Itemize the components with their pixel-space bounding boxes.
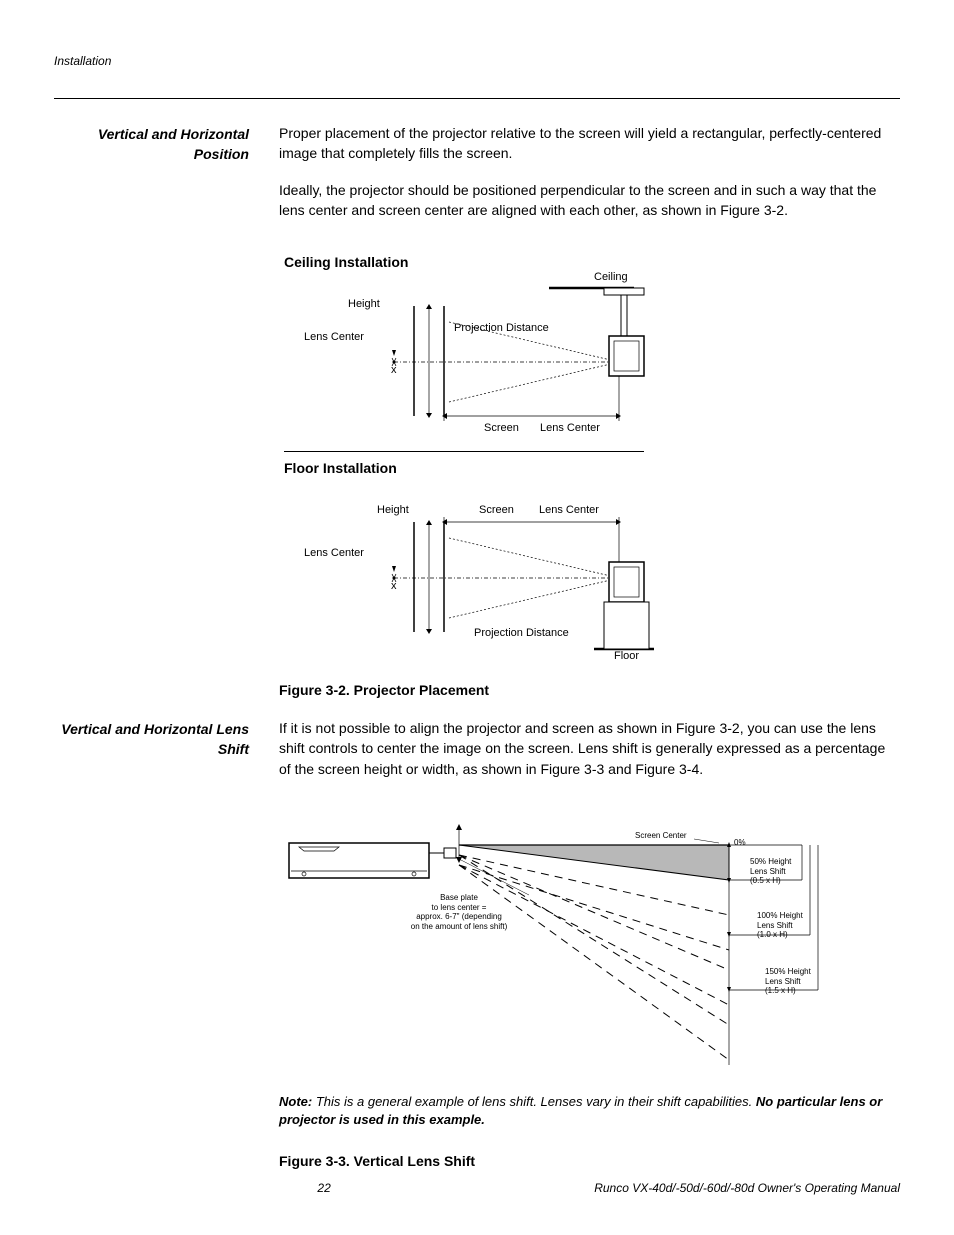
label-50-b: Lens Shift xyxy=(750,867,791,877)
note: Note: This is a general example of lens … xyxy=(279,1093,900,1129)
side-heading-position: Vertical and Horizontal Position xyxy=(54,123,249,236)
para: Ideally, the projector should be positio… xyxy=(279,180,900,221)
label-ceiling: Ceiling xyxy=(594,271,628,283)
floor-diagram: Height Screen Lens Center Lens Center x … xyxy=(284,482,664,662)
footer: 22 Runco VX-40d/-50d/-60d/-80d Owner's O… xyxy=(54,1181,900,1195)
section-position: Vertical and Horizontal Position Proper … xyxy=(54,123,900,236)
fig-subtitle-ceiling: Ceiling Installation xyxy=(284,254,900,270)
body-lens-shift: If it is not possible to align the proje… xyxy=(279,718,900,795)
label-x: x xyxy=(391,364,397,376)
label-screen: Screen xyxy=(484,422,519,434)
label-150-a: 150% Height xyxy=(765,967,811,977)
label-lens-center-2: Lens Center xyxy=(304,547,364,559)
label-height: Height xyxy=(377,504,409,516)
label-lens-center-2: Lens Center xyxy=(540,422,600,434)
running-header: Installation xyxy=(54,54,900,68)
label-lens-center: Lens Center xyxy=(304,331,364,343)
label-screen-center: Screen Center xyxy=(635,831,687,841)
figure-3-3: Screen Center 0% Base plate to lens cent… xyxy=(279,815,900,1169)
side-heading-lens-shift: Vertical and Horizontal Lens Shift xyxy=(54,718,249,795)
label-zero-percent: 0% xyxy=(734,838,746,848)
label-proj-dist: Projection Distance xyxy=(474,627,569,639)
label-height: Height xyxy=(348,298,380,310)
note-label: Note: xyxy=(279,1094,312,1109)
label-floor: Floor xyxy=(614,650,639,662)
ceiling-diagram: Ceiling Height Lens Center x Projection … xyxy=(284,276,664,436)
figure-3-2: Ceiling Installation xyxy=(279,254,900,698)
label-150-c: (1.5 x H) xyxy=(765,986,811,996)
label-50-c: (0.5 x H) xyxy=(750,876,791,886)
label-100-a: 100% Height xyxy=(757,911,803,921)
note-text: This is a general example of lens shift.… xyxy=(312,1094,756,1109)
lens-shift-diagram: Screen Center 0% Base plate to lens cent… xyxy=(279,815,839,1075)
section-lens-shift: Vertical and Horizontal Lens Shift If it… xyxy=(54,718,900,795)
page-number: 22 xyxy=(54,1181,594,1195)
figure-3-2-caption: Figure 3-2. Projector Placement xyxy=(279,682,900,698)
label-50-a: 50% Height xyxy=(750,857,791,867)
label-base-plate: Base plate to lens center = approx. 6-7"… xyxy=(379,893,539,931)
doc-title: Runco VX-40d/-50d/-60d/-80d Owner's Oper… xyxy=(594,1181,900,1195)
para: Proper placement of the projector relati… xyxy=(279,123,900,164)
label-screen: Screen xyxy=(479,504,514,516)
label-150-b: Lens Shift xyxy=(765,977,811,987)
label-proj-dist: Projection Distance xyxy=(454,322,549,334)
figure-separator xyxy=(284,451,644,452)
body-position: Proper placement of the projector relati… xyxy=(279,123,900,236)
para: If it is not possible to align the proje… xyxy=(279,718,900,779)
label-x: x xyxy=(391,580,397,592)
label-100-b: Lens Shift xyxy=(757,921,803,931)
label-lens-center: Lens Center xyxy=(539,504,599,516)
fig-subtitle-floor: Floor Installation xyxy=(284,460,900,476)
label-100-c: (1.0 x H) xyxy=(757,930,803,940)
header-rule xyxy=(54,98,900,99)
figure-3-3-caption: Figure 3-3. Vertical Lens Shift xyxy=(279,1153,900,1169)
